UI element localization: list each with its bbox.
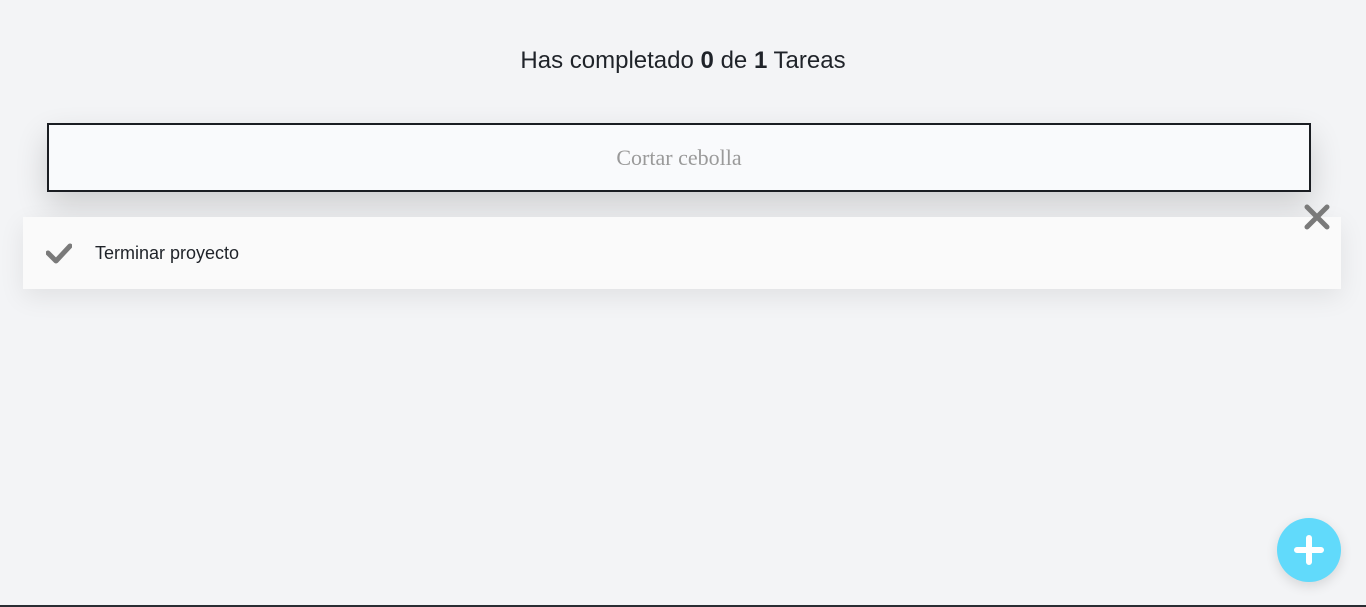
total-count: 1 xyxy=(753,47,768,74)
add-task-button[interactable] xyxy=(1277,518,1341,582)
todo-text: Terminar proyecto xyxy=(95,243,240,263)
completed-count: 0 xyxy=(700,47,714,74)
new-task-input[interactable] xyxy=(49,125,1309,190)
check-icon[interactable] xyxy=(45,241,73,265)
counter-prefix: Has completado xyxy=(520,47,694,74)
counter-middle: de xyxy=(720,47,748,74)
close-icon[interactable] xyxy=(1303,203,1331,231)
todo-app: Has completado 0 de 1 Tareas Terminar pr… xyxy=(0,0,1366,607)
new-task-field-container xyxy=(47,123,1311,192)
task-counter: Has completado 0 de 1 Tareas xyxy=(0,44,1366,78)
list-item: Terminar proyecto xyxy=(23,204,1341,289)
plus-icon xyxy=(1294,535,1324,565)
todo-list: Terminar proyecto xyxy=(23,204,1341,289)
counter-suffix: Tareas xyxy=(773,47,846,74)
